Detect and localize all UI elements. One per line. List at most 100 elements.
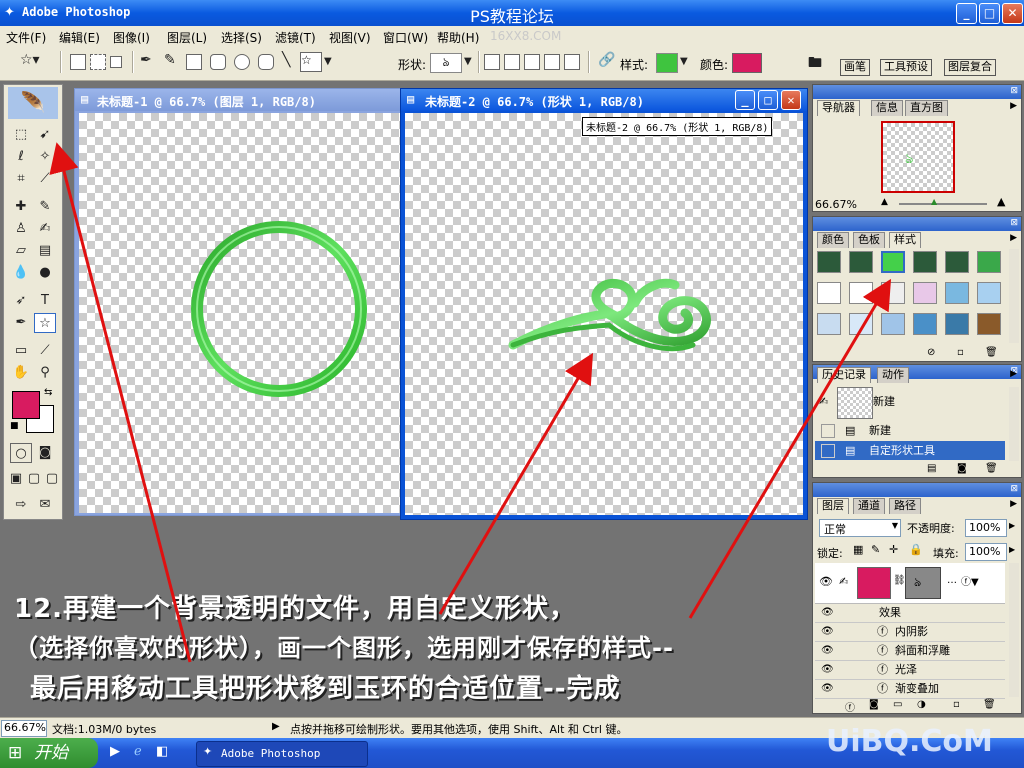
tab-actions[interactable]: 动作 (877, 367, 909, 383)
zoom-icon[interactable]: ⚲ (34, 363, 56, 383)
shape-layers-button[interactable] (70, 54, 86, 70)
rounded-rect-tool-button[interactable] (210, 54, 226, 70)
zoom-slider-thumb[interactable]: ▲ (931, 197, 937, 206)
tab-channels[interactable]: 通道 (853, 498, 885, 514)
styles-palette-titlebar[interactable]: ⊠ (813, 217, 1021, 231)
pen-icon[interactable]: ✒ (10, 313, 32, 333)
add-mask-icon[interactable]: ◙ (869, 699, 879, 710)
history-brush-icon[interactable]: ✍ (34, 219, 56, 239)
gradient-icon[interactable]: ▤ (34, 241, 56, 261)
style-swatch[interactable] (913, 251, 937, 273)
jump-to-imageready-icon[interactable]: ⇨ (10, 495, 32, 515)
doc2-minimize-button[interactable]: _ (735, 90, 755, 110)
adjustment-layer-icon[interactable]: ◑ (917, 699, 926, 710)
intersect-shape-area-button[interactable] (544, 54, 560, 70)
crop-icon[interactable]: ⌗ (10, 169, 32, 189)
navigator-preview[interactable]: ঌ (881, 121, 955, 193)
layers-palette-titlebar[interactable]: ⊠ (813, 483, 1021, 497)
doc2-close-button[interactable]: ✕ (781, 90, 801, 110)
style-swatch[interactable] (881, 313, 905, 335)
ellipse-tool-button[interactable] (234, 54, 250, 70)
style-swatch[interactable] (849, 313, 873, 335)
document-1-titlebar[interactable]: ▤ 未标题-1 @ 66.7% (图层 1, RGB/8) (75, 89, 409, 111)
effect-row[interactable]: 👁 ⓕ 斜面和浮雕 (815, 641, 1005, 661)
style-swatch[interactable] (817, 282, 841, 304)
freeform-pen-icon[interactable]: ✎ (164, 52, 176, 68)
link-layer-style-icon[interactable]: 🔗 (598, 52, 615, 68)
menu-view[interactable]: 视图(V) (329, 29, 371, 46)
blur-icon[interactable]: 💧 (10, 263, 32, 283)
magic-wand-icon[interactable]: ✧ (34, 147, 56, 167)
tool-preset-icon[interactable]: ☆▾ (20, 52, 40, 68)
foreground-color-front[interactable] (12, 391, 40, 419)
tab-swatches[interactable]: 色板 (853, 232, 885, 248)
snapshot-brush-icon[interactable]: ✍ (819, 395, 828, 408)
fill-arrow-icon[interactable]: ▶ (1009, 545, 1015, 554)
style-swatch[interactable] (945, 251, 969, 273)
document-2-canvas[interactable] (405, 113, 803, 515)
new-style-icon[interactable]: ▫ (957, 347, 964, 358)
fill-field[interactable]: 100% (965, 543, 1007, 561)
styles-scrollbar[interactable] (1009, 249, 1019, 343)
tab-navigator[interactable]: 导航器 (817, 100, 860, 116)
window-titlebar[interactable]: ✦ Adobe Photoshop PS教程论坛 _ □ ✕ (0, 0, 1024, 26)
palette-tab-tool-presets[interactable]: 工具预设 (880, 59, 932, 76)
layer-fill-thumbnail[interactable] (857, 567, 891, 599)
eye-icon[interactable]: 👁 (821, 641, 834, 660)
feather-logo-icon[interactable]: 🪶 (8, 87, 58, 119)
palette-menu-icon[interactable]: ▶ (1010, 101, 1017, 111)
screen-mode-full-menu-icon[interactable]: ▢ (25, 469, 43, 489)
new-layer-icon[interactable]: ▫ (953, 699, 960, 710)
close-button[interactable]: ✕ (1002, 3, 1023, 24)
tab-color[interactable]: 颜色 (817, 232, 849, 248)
navigator-palette-titlebar[interactable]: ⊠ (813, 85, 1021, 99)
eyedropper-icon[interactable]: ⟋ (34, 341, 56, 361)
opacity-arrow-icon[interactable]: ▶ (1009, 521, 1015, 530)
screen-mode-full-icon[interactable]: ▢ (43, 469, 61, 489)
media-player-icon[interactable]: ▶ (110, 744, 120, 759)
slice-icon[interactable]: ⟋ (34, 169, 56, 189)
effect-row[interactable]: 👁 ⓕ 光泽 (815, 660, 1005, 680)
zoom-in-icon[interactable]: ▲ (997, 195, 1005, 208)
notes-icon[interactable]: ▭ (10, 341, 32, 361)
style-swatch[interactable] (881, 282, 905, 304)
history-checkbox[interactable] (821, 424, 835, 438)
tab-styles[interactable]: 样式 (889, 232, 921, 248)
shape-picker[interactable]: ঌ (430, 53, 462, 73)
eye-icon[interactable]: 👁 (821, 679, 834, 698)
polygon-tool-button[interactable] (258, 54, 274, 70)
style-swatch[interactable] (977, 251, 1001, 273)
document-1-canvas[interactable] (79, 113, 405, 513)
exclude-shape-area-button[interactable] (564, 54, 580, 70)
rectangle-tool-button[interactable] (186, 54, 202, 70)
zoom-out-icon[interactable]: ▲ (881, 197, 888, 207)
status-arrow-icon[interactable]: ▶ (272, 721, 280, 732)
stamp-icon[interactable]: ♙ (10, 219, 32, 239)
screen-mode-standard-icon[interactable]: ▣ (7, 469, 25, 489)
tab-layers[interactable]: 图层 (817, 498, 849, 514)
vector-mask-thumbnail[interactable]: ঌ (905, 567, 941, 599)
link-layers-icon[interactable]: ⓕ (845, 699, 855, 714)
new-snapshot-icon[interactable]: ◙ (957, 463, 967, 474)
effect-row[interactable]: 👁 ⓕ 内阴影 (815, 622, 1005, 642)
marquee-icon[interactable]: ⬚ (10, 125, 32, 145)
default-colors-icon[interactable]: ■ (10, 421, 19, 431)
layers-scrollbar[interactable] (1009, 563, 1019, 697)
palette-tab-brushes[interactable]: 画笔 (840, 59, 870, 76)
quick-mask-icon[interactable]: ◙ (34, 443, 56, 463)
style-swatch[interactable] (945, 282, 969, 304)
style-swatch[interactable] (817, 251, 841, 273)
history-item-selected[interactable]: ▤ 自定形状工具 (815, 441, 1005, 460)
tab-info[interactable]: 信息 (871, 100, 903, 116)
menu-filter[interactable]: 滤镜(T) (275, 29, 316, 46)
effect-row[interactable]: 👁 ⓕ 渐变叠加 (815, 679, 1005, 699)
taskbar-photoshop-button[interactable]: ✦ Adobe Photoshop (196, 741, 368, 767)
menu-window[interactable]: 窗口(W) (383, 29, 428, 46)
layer-effects-icon[interactable]: ⓕ▼ (961, 573, 979, 588)
brush-icon[interactable]: ✎ (34, 197, 56, 217)
swap-colors-icon[interactable]: ⇆ (44, 387, 52, 398)
document-window-1[interactable]: ▤ 未标题-1 @ 66.7% (图层 1, RGB/8) (74, 88, 410, 516)
document-2-titlebar[interactable]: ▤ 未标题-2 @ 66.7% (形状 1, RGB/8) _ □ ✕ (401, 89, 807, 111)
snapshot-label[interactable]: 新建 (873, 393, 895, 409)
lock-position-icon[interactable]: ✛ (889, 543, 898, 556)
